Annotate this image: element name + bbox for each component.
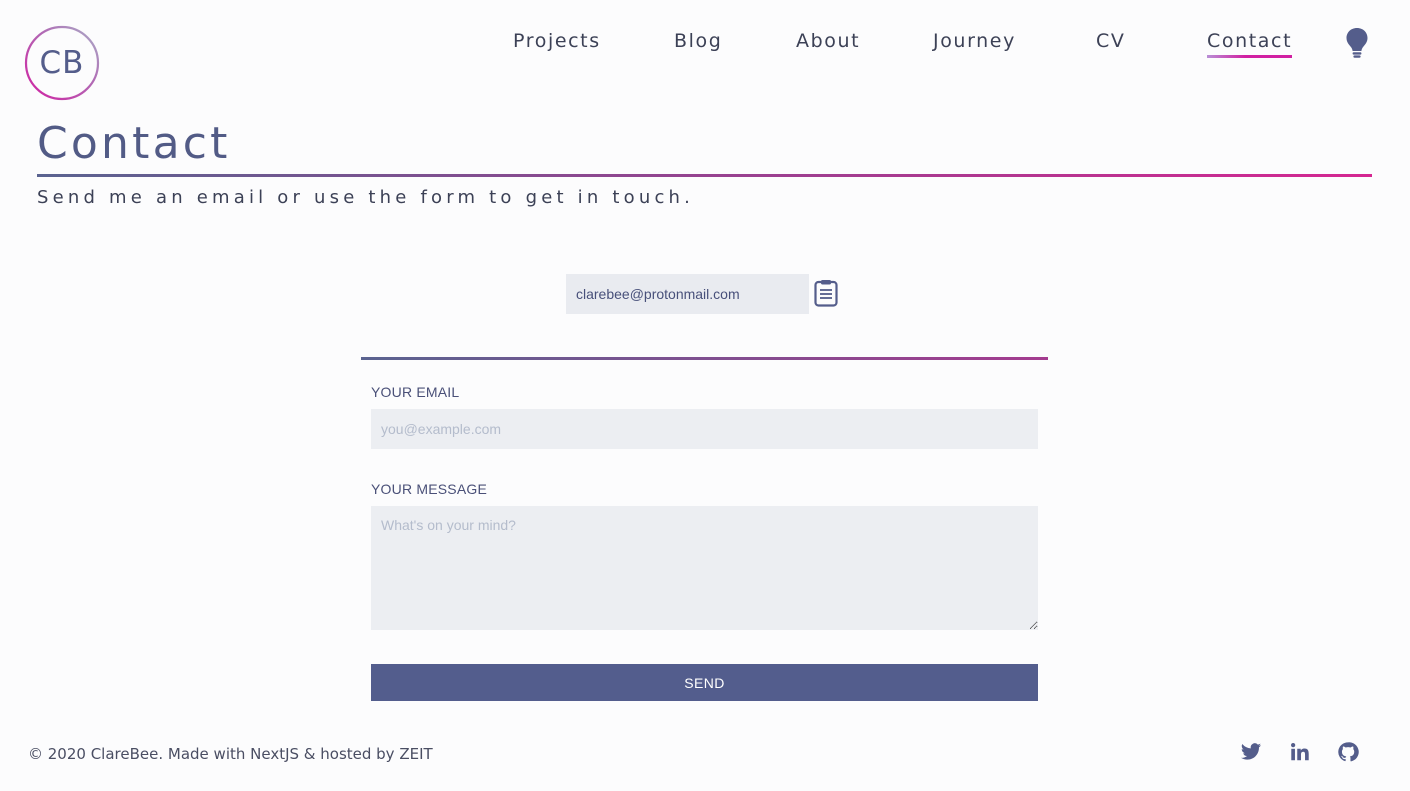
linkedin-icon[interactable] (1289, 741, 1311, 763)
nav-item-blog[interactable]: Blog (674, 30, 722, 52)
message-textarea[interactable] (371, 506, 1038, 630)
page-subtitle: Send me an email or use the form to get … (37, 187, 695, 208)
title-divider (37, 174, 1372, 177)
email-label: YOUR EMAIL (371, 384, 460, 400)
logo[interactable]: CB (24, 25, 100, 101)
nav-item-about[interactable]: About (796, 30, 860, 52)
email-input[interactable] (371, 409, 1038, 449)
footer-copyright: © 2020 ClareBee. Made with NextJS & host… (28, 745, 433, 763)
send-button[interactable]: SEND (371, 664, 1038, 701)
form-divider (361, 357, 1048, 360)
nav-item-projects[interactable]: Projects (513, 30, 601, 52)
email-address-field[interactable] (566, 274, 809, 314)
page-title: Contact (37, 118, 231, 169)
logo-text: CB (39, 45, 85, 81)
message-label: YOUR MESSAGE (371, 481, 487, 497)
twitter-icon[interactable] (1240, 741, 1262, 763)
lightbulb-icon[interactable] (1345, 27, 1369, 59)
nav-item-cv[interactable]: CV (1096, 30, 1125, 52)
github-icon[interactable] (1337, 741, 1359, 763)
nav-item-journey[interactable]: Journey (933, 30, 1016, 52)
clipboard-icon[interactable] (814, 279, 838, 307)
nav-item-contact[interactable]: Contact (1207, 30, 1293, 58)
